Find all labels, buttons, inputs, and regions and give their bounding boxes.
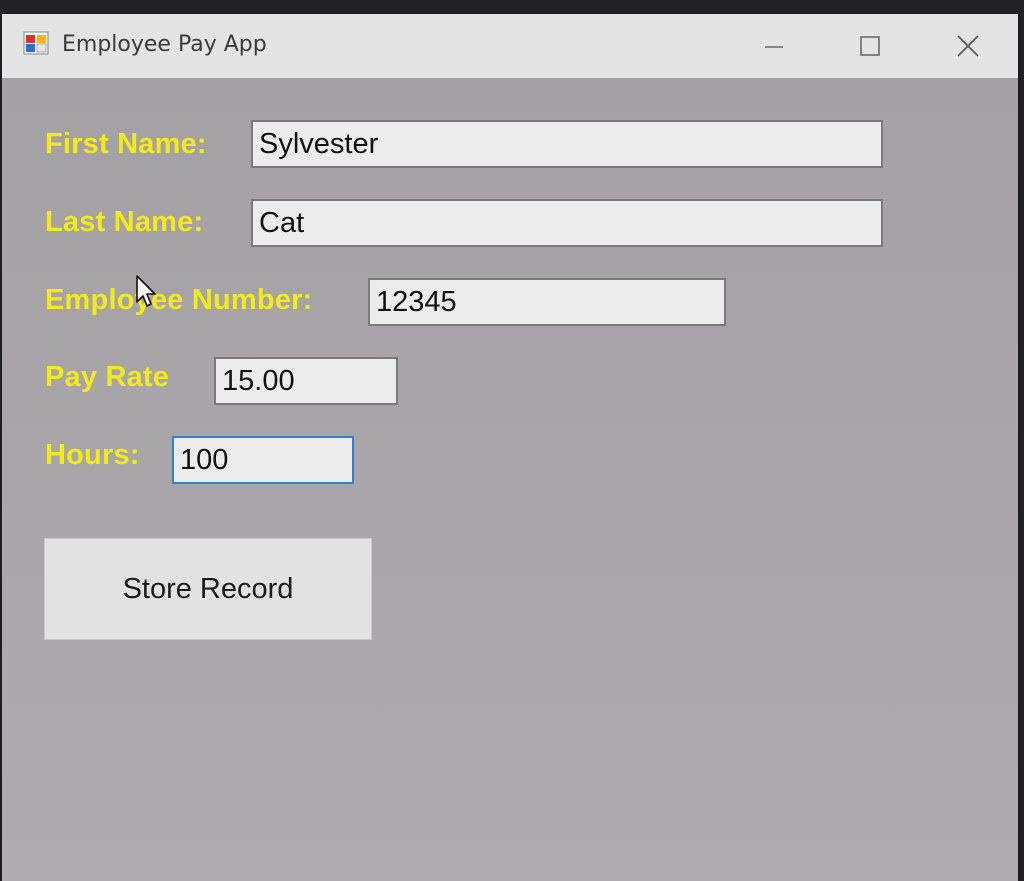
maximize-button[interactable] — [850, 28, 890, 64]
title-bar[interactable]: Employee Pay App — [2, 14, 1018, 78]
app-window-icon — [23, 31, 49, 55]
pay-rate-label: Pay Rate — [45, 361, 170, 393]
form-client-area: First Name: Sylvester Last Name: Cat Emp… — [2, 78, 1018, 881]
employee-number-input[interactable]: 12345 — [368, 278, 726, 326]
last-name-input[interactable]: Cat — [251, 199, 883, 247]
close-icon — [957, 35, 979, 57]
minimize-button[interactable] — [754, 28, 794, 64]
window-title: Employee Pay App — [62, 32, 267, 57]
last-name-label: Last Name: — [45, 206, 204, 238]
minimize-icon — [765, 46, 783, 48]
employee-pay-window: Employee Pay App First Name: Sylvester L… — [2, 14, 1018, 881]
pay-rate-input[interactable]: 15.00 — [214, 357, 398, 405]
hours-input[interactable]: 100 — [172, 436, 354, 484]
close-button[interactable] — [948, 28, 988, 64]
hours-label: Hours: — [45, 439, 140, 471]
employee-number-label: Employee Number: — [45, 284, 313, 316]
first-name-input[interactable]: Sylvester — [251, 120, 883, 168]
maximize-icon — [860, 36, 880, 56]
screen: Employee Pay App First Name: Sylvester L… — [0, 0, 1024, 881]
store-record-button[interactable]: Store Record — [44, 538, 372, 640]
first-name-label: First Name: — [45, 128, 207, 160]
mouse-pointer-icon — [136, 275, 156, 307]
